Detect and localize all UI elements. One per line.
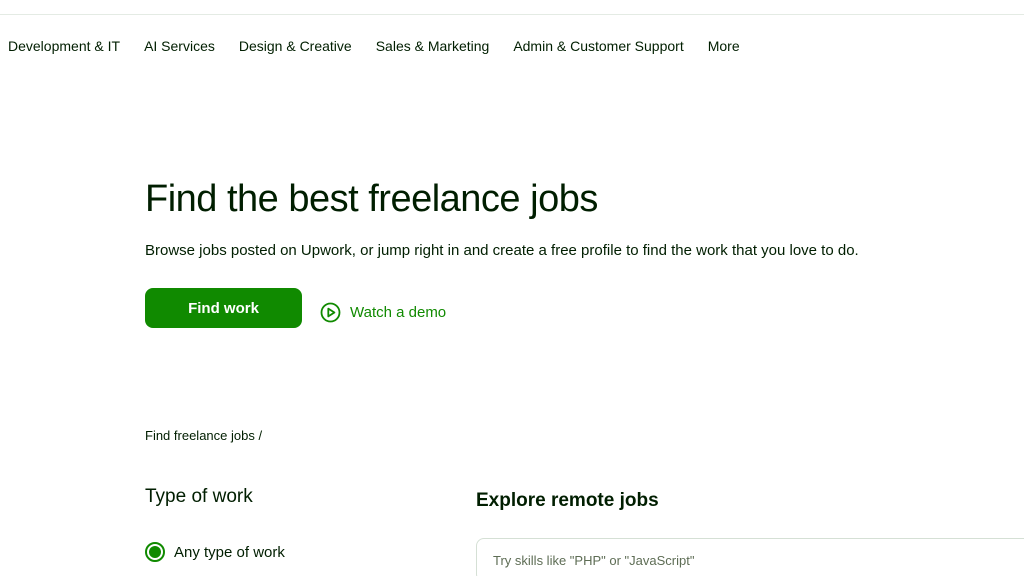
nav-item-ai-services[interactable]: AI Services xyxy=(144,38,215,54)
breadcrumb-find-freelance-jobs[interactable]: Find freelance jobs / xyxy=(145,428,262,443)
top-divider xyxy=(0,14,1024,15)
radio-dot xyxy=(149,546,161,558)
explore-remote-jobs-heading: Explore remote jobs xyxy=(476,490,659,511)
type-of-work-heading: Type of work xyxy=(145,486,253,507)
hero-subtitle: Browse jobs posted on Upwork, or jump ri… xyxy=(145,242,859,259)
watch-demo-link[interactable]: Watch a demo xyxy=(320,302,446,323)
nav-item-design-creative[interactable]: Design & Creative xyxy=(239,38,352,54)
page: Development & IT AI Services Design & Cr… xyxy=(0,0,1024,576)
any-type-of-work-option[interactable]: Any type of work xyxy=(145,542,285,562)
page-title: Find the best freelance jobs xyxy=(145,178,598,220)
any-type-of-work-label: Any type of work xyxy=(174,543,285,561)
nav-item-admin-customer-support[interactable]: Admin & Customer Support xyxy=(513,38,683,54)
play-circle-icon xyxy=(320,302,341,323)
nav-item-more[interactable]: More xyxy=(708,38,740,54)
skills-search-input[interactable] xyxy=(476,538,1024,576)
find-work-button[interactable]: Find work xyxy=(145,288,302,328)
radio-selected-icon[interactable] xyxy=(145,542,165,562)
category-nav: Development & IT AI Services Design & Cr… xyxy=(8,38,740,54)
breadcrumb: Find freelance jobs / xyxy=(145,428,262,443)
nav-item-development-it[interactable]: Development & IT xyxy=(8,38,120,54)
watch-demo-label: Watch a demo xyxy=(350,304,447,321)
nav-item-sales-marketing[interactable]: Sales & Marketing xyxy=(376,38,490,54)
